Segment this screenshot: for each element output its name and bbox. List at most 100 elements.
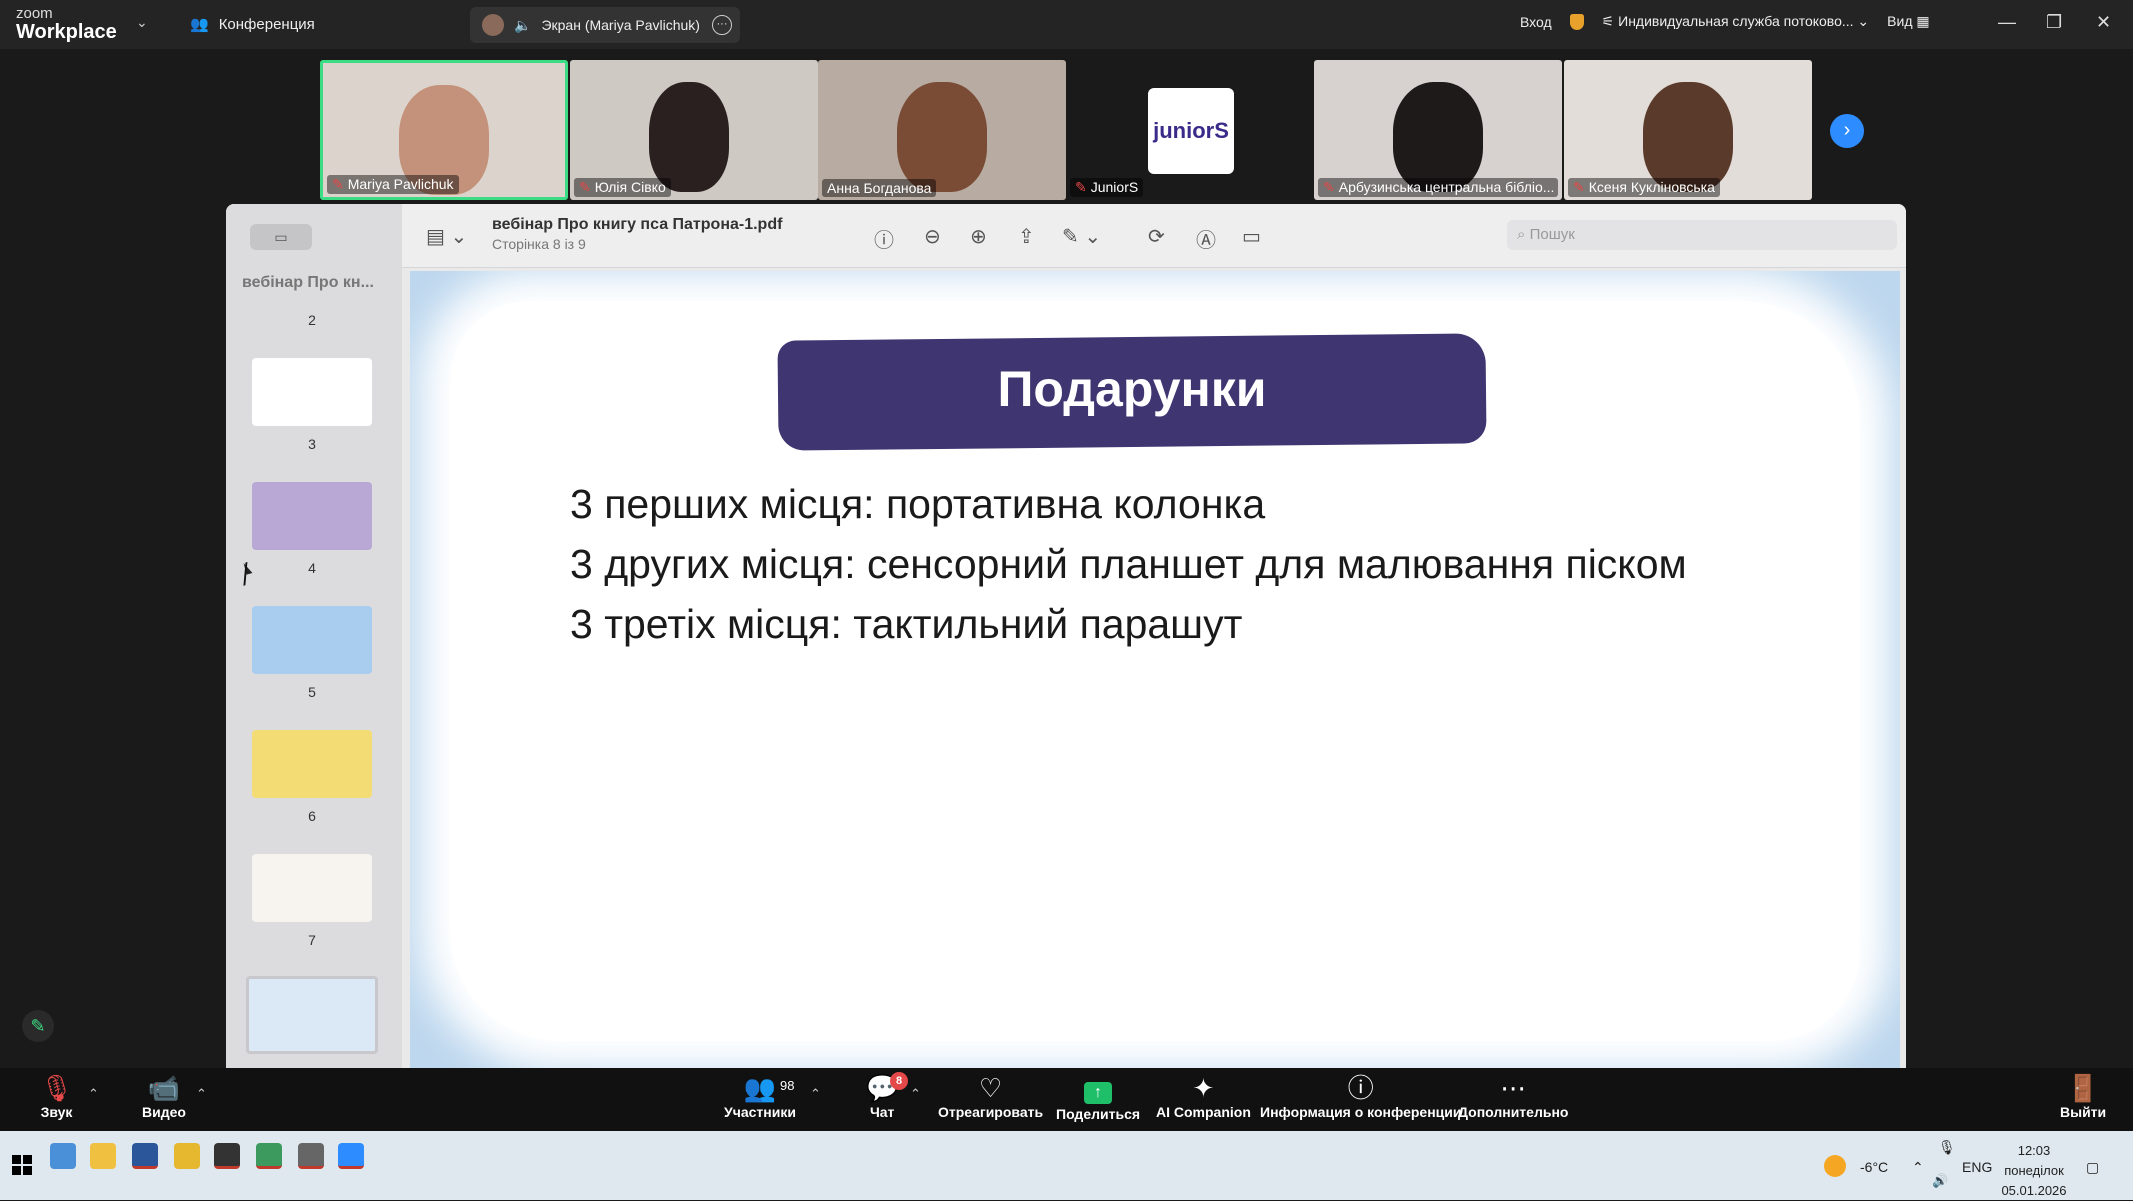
react-button[interactable]: ♡ Отреагировать: [938, 1074, 1043, 1120]
minimize-icon[interactable]: —: [1998, 12, 2016, 33]
more-icon[interactable]: ···: [712, 15, 732, 35]
restore-icon[interactable]: ❐: [2046, 12, 2062, 33]
weather-icon[interactable]: [1824, 1155, 1846, 1177]
chevron-down-icon[interactable]: ⌄: [136, 14, 148, 31]
zoom-app-icon[interactable]: [338, 1143, 364, 1169]
participant-name: ✎ Mariya Pavlichuk: [327, 175, 459, 194]
chrome-icon[interactable]: [256, 1143, 282, 1169]
page-thumbnail[interactable]: [252, 358, 372, 426]
login-button[interactable]: Вход: [1520, 14, 1552, 30]
audio-button[interactable]: 🎙 Звук: [40, 1074, 73, 1120]
mic-icon[interactable]: 🎙: [1938, 1139, 1956, 1156]
next-page-icon[interactable]: ›: [1830, 114, 1864, 148]
video-feed: [649, 82, 729, 192]
muted-mic-icon: ✎: [579, 179, 591, 195]
page-thumbnail[interactable]: [252, 854, 372, 922]
video-button[interactable]: 📹 Видео: [142, 1074, 186, 1120]
muted-mic-icon: 🎙: [40, 1073, 74, 1103]
search-input[interactable]: ⌕ Пошук: [1507, 220, 1897, 250]
chevron-up-icon[interactable]: ⌃: [88, 1086, 99, 1102]
logo-line1: zoom: [16, 5, 53, 22]
conference-button[interactable]: 👥 Конференция: [190, 15, 315, 34]
heart-icon: ♡: [978, 1073, 1003, 1103]
page-thumbnail[interactable]: [252, 482, 372, 550]
zoom-in-icon[interactable]: ⊕: [970, 224, 987, 249]
file-explorer-icon[interactable]: [90, 1143, 116, 1169]
chat-button[interactable]: 💬 8 Чат: [866, 1072, 908, 1120]
view-label: Вид: [1887, 13, 1913, 29]
markup-icon[interactable]: ✎ ⌄: [1062, 224, 1101, 249]
page-thumbnail[interactable]: [252, 606, 372, 674]
participant-tile[interactable]: ✎ Mariya Pavlichuk: [320, 60, 568, 200]
page-info: Сторінка 8 із 9: [492, 236, 586, 252]
info-icon: ⓘ: [1347, 1073, 1374, 1103]
ai-companion-button[interactable]: ✦ AI Companion: [1156, 1074, 1251, 1120]
start-icon[interactable]: [12, 1155, 32, 1175]
close-icon[interactable]: ✕: [2096, 12, 2111, 33]
share-icon[interactable]: ⇪: [1018, 224, 1035, 249]
signature-icon[interactable]: ▭: [1242, 224, 1261, 249]
video-feed: [897, 82, 987, 192]
chrome-icon[interactable]: [174, 1143, 200, 1169]
exit-icon: 🚪: [2066, 1073, 2100, 1103]
slide-line: 3 других місця: сенсорний планшет для ма…: [570, 541, 1687, 587]
camera-icon: 📹: [147, 1073, 181, 1103]
clock[interactable]: 12:03 понеділок 05.01.2026: [1994, 1141, 2074, 1201]
annotate-icon[interactable]: Ⓐ: [1196, 224, 1216, 253]
rss-icon: ⚟: [1601, 13, 1619, 29]
logo-line2: Workplace: [16, 21, 117, 43]
thumb-number: 6: [308, 808, 316, 824]
thumbnail-sidebar: ▭ вебінар Про кн... 2 3 4 5 6 7: [226, 204, 402, 1068]
sparkle-icon: ✦: [1192, 1073, 1215, 1103]
info-icon[interactable]: ⓘ: [874, 224, 894, 253]
pdf-toolbar: ▤ ⌄ вебінар Про книгу пса Патрона-1.pdf …: [402, 204, 1906, 268]
thumb-number: 5: [308, 684, 316, 700]
notification-icon[interactable]: ▢: [2086, 1159, 2099, 1176]
word-icon[interactable]: [132, 1143, 158, 1169]
meeting-info-button[interactable]: ⓘ Информация о конференции: [1260, 1074, 1461, 1120]
screen-share-pill[interactable]: 🔈 Экран (Mariya Pavlichuk) ···: [470, 7, 740, 43]
stream-button[interactable]: ⚟ Индивидуальная служба потоково... ⌄: [1602, 13, 1870, 30]
slide: Подарунки 3 перших місця: портативна кол…: [410, 271, 1900, 1068]
page-thumbnail[interactable]: [252, 730, 372, 798]
clock-date: 05.01.2026: [2001, 1183, 2067, 1198]
share-screen-icon: ↑: [1084, 1082, 1113, 1104]
participant-tile[interactable]: ✎ Юлія Сівко: [570, 60, 818, 200]
muted-mic-icon: ✎: [1075, 179, 1087, 195]
thumb-number: 2: [308, 312, 316, 328]
weather-temp[interactable]: -6°C: [1860, 1159, 1888, 1175]
participant-tile[interactable]: Анна Богданова: [818, 60, 1066, 200]
app-icon[interactable]: [298, 1143, 324, 1169]
annotate-pen-icon[interactable]: ✎: [22, 1010, 54, 1042]
app-icon[interactable]: [214, 1143, 240, 1169]
more-button[interactable]: ⋯ Дополнительно: [1458, 1074, 1568, 1120]
page-thumbnail-selected[interactable]: [246, 976, 378, 1054]
zoom-out-icon[interactable]: ⊖: [924, 224, 941, 249]
video-feed: [1643, 82, 1733, 192]
leave-button[interactable]: 🚪 Выйти: [2060, 1074, 2106, 1120]
zoom-logo[interactable]: zoom Workplace: [16, 6, 117, 42]
chevron-up-icon[interactable]: ⌃: [910, 1086, 921, 1102]
chevron-up-icon[interactable]: ⌃: [810, 1086, 821, 1102]
view-button[interactable]: Вид ▦: [1887, 13, 1929, 30]
participant-tile[interactable]: ✎ Арбузинська центральна бібліо...: [1314, 60, 1562, 200]
participant-name: ✎ Ксеня Кукліновська: [1568, 178, 1720, 197]
chat-badge: 8: [890, 1072, 908, 1090]
participant-name: ✎ Юлія Сівко: [574, 178, 671, 197]
conference-label: Конференция: [218, 15, 315, 33]
share-screen-button[interactable]: ↑ Поделиться: [1056, 1074, 1140, 1122]
participants-count: 98: [780, 1078, 795, 1093]
volume-icon[interactable]: 🔊: [1932, 1173, 1948, 1189]
os-taskbar: -6°C 🎙 ⌃ ENG 🔊 12:03 понеділок 05.01.202…: [0, 1131, 2133, 1200]
participants-button[interactable]: 👥 98 Участники: [724, 1074, 796, 1120]
language-indicator[interactable]: ENG: [1962, 1159, 1992, 1175]
rotate-icon[interactable]: ⟳: [1148, 224, 1165, 249]
sidebar-view-icon[interactable]: ▤ ⌄: [426, 224, 467, 249]
chevron-up-icon[interactable]: ⌃: [196, 1086, 207, 1102]
thumb-number: 7: [308, 932, 316, 948]
chevron-up-icon[interactable]: ⌃: [1912, 1159, 1924, 1176]
sidebar-toggle-icon[interactable]: ▭: [250, 224, 312, 250]
copilot-icon[interactable]: [50, 1143, 76, 1169]
screen-share-label: Экран (Mariya Pavlichuk): [541, 17, 700, 33]
participant-tile[interactable]: ✎ Ксеня Кукліновська: [1564, 60, 1812, 200]
